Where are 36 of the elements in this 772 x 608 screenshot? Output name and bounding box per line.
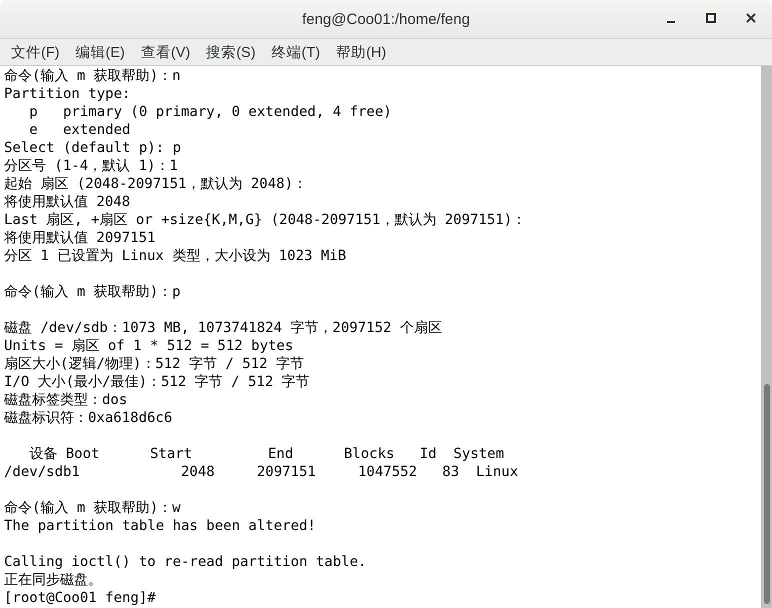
terminal-line: 磁盘 /dev/sdb：1073 MB, 1073741824 字节，2097152 个扇区 bbox=[4, 319, 442, 337]
terminal-line: Calling ioctl() to re-read partition table. bbox=[4, 553, 366, 571]
menu-item[interactable]: 帮助(H) bbox=[331, 42, 392, 62]
terminal-line: Partition type: bbox=[4, 85, 130, 103]
terminal-line: 将使用默认值 2048 bbox=[4, 193, 130, 211]
terminal-line: 分区号 (1-4，默认 1)：1 bbox=[4, 157, 178, 175]
terminal-line: 命令(输入 m 获取帮助)：p bbox=[4, 283, 181, 301]
terminal-line: Last 扇区, +扇区 or +size{K,M,G} (2048-2097151，默认为 2097151)： bbox=[4, 211, 526, 229]
terminal-line: /dev/sdb1 2048 2097151 1047552 83 Linux bbox=[4, 463, 518, 481]
window-title: feng@Coo01:/home/feng bbox=[302, 10, 470, 28]
terminal-line: 正在同步磁盘。 bbox=[4, 571, 102, 589]
terminal-line: e extended bbox=[28, 121, 130, 139]
terminal-line: I/O 大小(最小/最佳)：512 字节 / 512 字节 bbox=[4, 373, 310, 391]
terminal-line: 磁盘标签类型：dos bbox=[4, 391, 128, 409]
terminal-line: The partition table has been altered! bbox=[4, 517, 316, 535]
terminal-line: 磁盘标识符：0xa618d6c6 bbox=[4, 409, 172, 427]
terminal-line: 起始 扇区 (2048-2097151，默认为 2048)： bbox=[4, 175, 308, 193]
scrollbar[interactable] bbox=[761, 66, 772, 608]
terminal-line: 命令(输入 m 获取帮助)：n bbox=[4, 67, 181, 85]
terminal-line: 设备 Boot Start End Blocks Id System bbox=[28, 445, 504, 463]
terminal-line: 命令(输入 m 获取帮助)：w bbox=[4, 499, 181, 517]
menu-item[interactable]: 查看(V) bbox=[136, 42, 196, 62]
menu-item[interactable]: 终端(T) bbox=[266, 42, 326, 62]
terminal-line: 将使用默认值 2097151 bbox=[4, 229, 156, 247]
maximize-icon[interactable] bbox=[704, 11, 718, 25]
terminal-line: Select (default p): p bbox=[4, 139, 182, 157]
terminal-line: 分区 1 已设置为 Linux 类型，大小设为 1023 MiB bbox=[4, 247, 346, 265]
menu-item[interactable]: 搜索(S) bbox=[201, 42, 261, 62]
menu-item[interactable]: 文件(F) bbox=[6, 42, 65, 62]
terminal-line: 扇区大小(逻辑/物理)：512 字节 / 512 字节 bbox=[4, 355, 304, 373]
terminal-line: p primary (0 primary, 0 extended, 4 free) bbox=[28, 103, 392, 121]
menu-item[interactable]: 编辑(E) bbox=[70, 42, 130, 62]
terminal-line: [root@Coo01 feng]# bbox=[4, 589, 157, 607]
scrollbar-thumb[interactable] bbox=[764, 384, 770, 604]
terminal-line: Units = 扇区 of 1 * 512 = 512 bytes bbox=[4, 337, 294, 355]
close-icon[interactable] bbox=[744, 11, 758, 25]
